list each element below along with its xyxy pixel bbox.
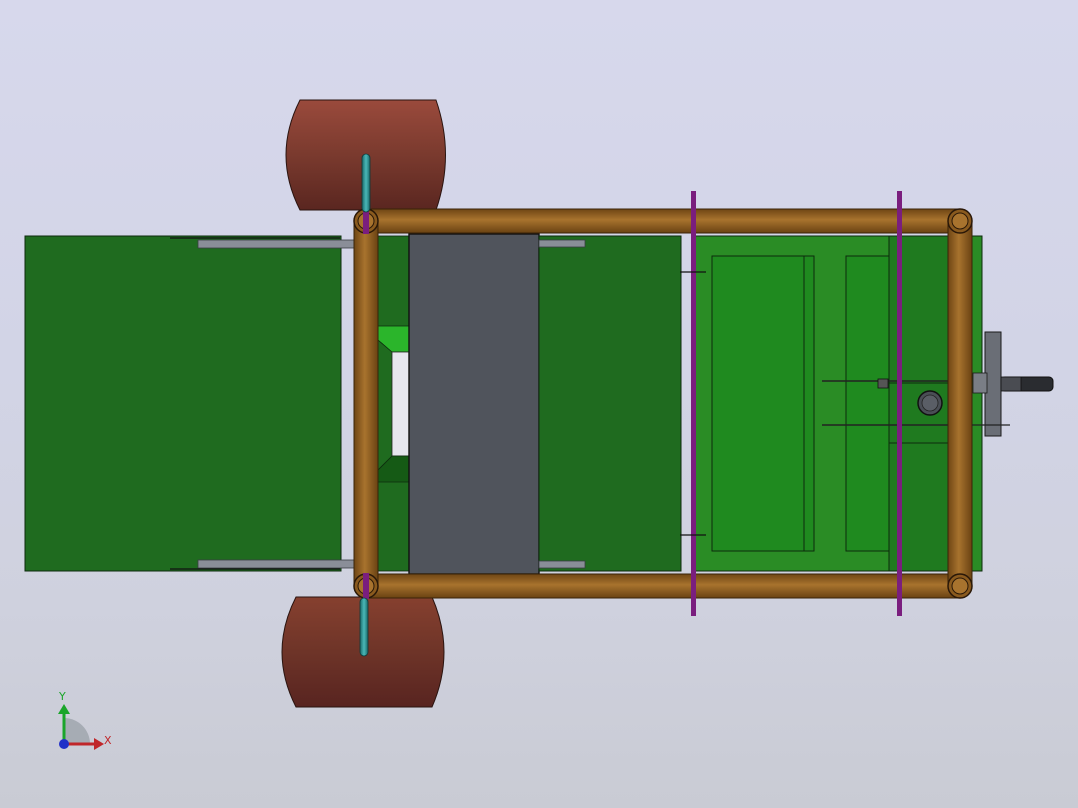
rail-top-mid <box>538 239 586 248</box>
housing-inner-right <box>845 255 891 552</box>
view-triad: Y X <box>58 690 112 750</box>
cad-model[interactable]: Y X <box>0 0 1078 808</box>
axle-bottom <box>359 597 369 657</box>
bracket-gap <box>391 351 411 457</box>
rear-panel-left <box>24 235 342 572</box>
frame-tube-top <box>364 208 962 234</box>
axle-top <box>361 153 371 213</box>
axis-x-label: X <box>104 734 112 747</box>
frame-tube-left <box>353 219 379 587</box>
conveyor-belt <box>408 233 540 575</box>
rail-bottom-mid <box>538 560 586 569</box>
middle-panel <box>538 235 682 572</box>
graphics-viewport[interactable]: Y X <box>0 0 1078 808</box>
pin-block <box>877 378 889 389</box>
axis-y-label: Y <box>58 690 66 703</box>
rod-right <box>897 191 902 616</box>
frame-tube-bottom <box>364 573 962 599</box>
housing-inner-left <box>711 255 815 552</box>
handwheel-disc[interactable] <box>984 331 1002 437</box>
rod-left <box>691 191 696 616</box>
frame-tube-right <box>947 219 973 587</box>
